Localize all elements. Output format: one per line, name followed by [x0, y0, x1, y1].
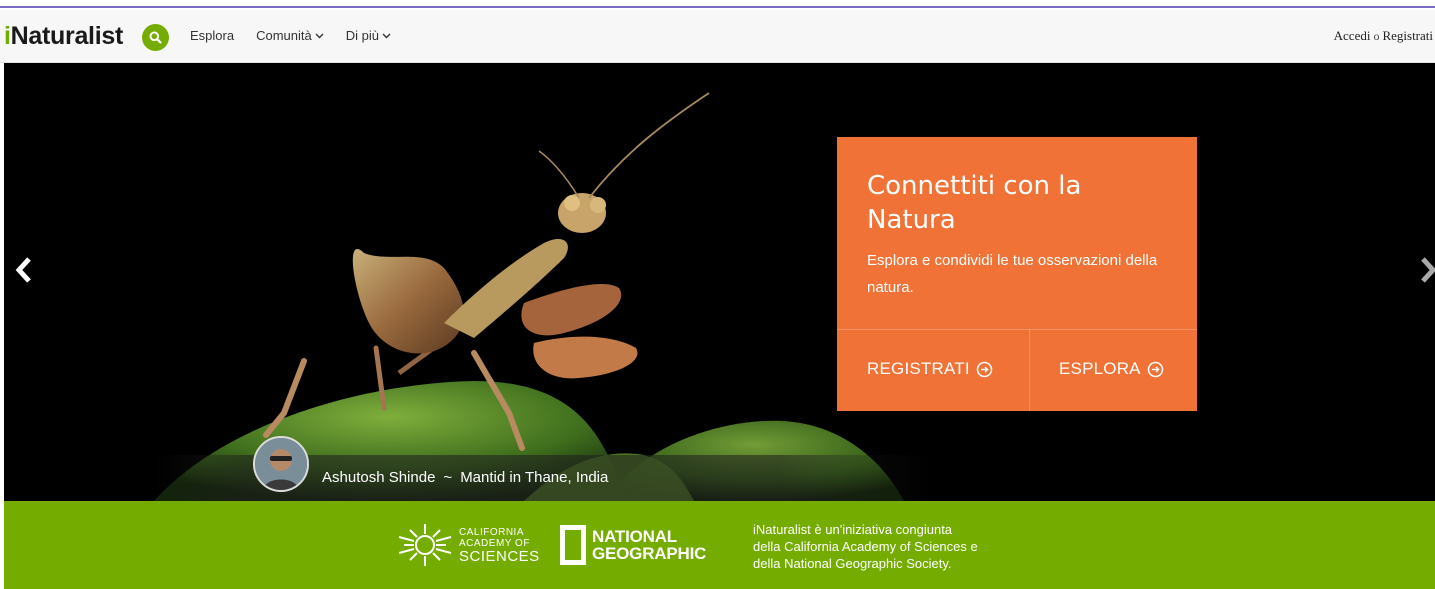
auth-separator: o	[1373, 29, 1380, 43]
photographer-name[interactable]: Ashutosh Shinde	[322, 469, 435, 486]
national-geographic-logo[interactable]: NATIONAL GEOGRAPHIC	[560, 525, 706, 565]
signup-link[interactable]: Registrati	[1382, 28, 1433, 43]
cas-line1: CALIFORNIA	[459, 526, 525, 538]
search-icon	[149, 31, 162, 44]
signup-cta-label: REGISTRATI	[867, 359, 970, 378]
login-link[interactable]: Accedi	[1334, 28, 1371, 43]
auth-links: Accedi o Registrati	[1334, 28, 1433, 44]
inaturalist-logo[interactable]: iNaturalist	[4, 22, 123, 51]
hero-carousel: Connettiti con la Natura Esplora e condi…	[4, 63, 1435, 501]
main-nav: Esplora Comunità Di più	[190, 28, 391, 43]
signup-cta-button[interactable]: REGISTRATI	[867, 359, 993, 379]
card-divider	[837, 329, 1197, 330]
logo-prefix: i	[4, 22, 11, 50]
carousel-prev-button[interactable]	[14, 255, 34, 289]
ng-wordmark: NATIONAL GEOGRAPHIC	[592, 528, 706, 562]
ng-line2: GEOGRAPHIC	[592, 544, 707, 563]
photo-credit: Ashutosh Shinde ~ Mantid in Thane, India	[322, 469, 608, 486]
avatar-image	[255, 438, 307, 490]
yellow-border-icon	[560, 525, 586, 565]
chevron-down-icon	[382, 33, 391, 39]
footer-text-line1: iNaturalist è un'iniziativa congiunta	[753, 522, 953, 537]
explore-cta-label: ESPLORA	[1059, 359, 1141, 378]
chevron-down-icon	[315, 33, 324, 39]
hero-photo	[4, 63, 1435, 501]
nav-comunita[interactable]: Comunità	[256, 28, 324, 43]
chevron-left-icon	[15, 257, 31, 283]
hero-subtitle: Esplora e condividi le tue osservazioni …	[867, 252, 1158, 296]
california-academy-logo[interactable]: CALIFORNIA ACADEMY OF SCIENCES	[397, 523, 540, 567]
photo-caption[interactable]: Mantid in Thane, India	[460, 469, 608, 486]
hero-card: Connettiti con la Natura Esplora e condi…	[837, 137, 1197, 411]
sunburst-icon	[398, 524, 452, 566]
logo-text: Naturalist	[10, 22, 124, 50]
card-vertical-divider	[1029, 329, 1030, 411]
photographer-avatar[interactable]	[253, 436, 309, 492]
nav-esplora[interactable]: Esplora	[190, 28, 234, 43]
hero-title: Connettiti con la Natura	[867, 171, 1082, 235]
footer-text-line3: della National Geographic Society.	[753, 556, 952, 571]
nav-di-piu-label: Di più	[345, 28, 379, 43]
arrow-circle-right-icon	[1147, 361, 1163, 377]
partners-footer: CALIFORNIA ACADEMY OF SCIENCES NATIONAL …	[4, 501, 1435, 589]
credit-separator: ~	[443, 469, 453, 486]
arrow-circle-right-icon	[976, 361, 992, 377]
cas-wordmark: CALIFORNIA ACADEMY OF SCIENCES	[459, 527, 540, 564]
nav-comunita-label: Comunità	[256, 28, 312, 43]
footer-text-line2: della California Academy of Sciences e	[753, 539, 978, 554]
cas-line2: ACADEMY OF	[459, 537, 530, 549]
browser-top-border	[0, 0, 1435, 8]
cas-line3: SCIENCES	[459, 547, 540, 565]
chevron-right-icon	[1421, 257, 1435, 283]
carousel-next-button[interactable]	[1419, 255, 1435, 289]
site-header: iNaturalist Esplora Comunità Di più Acce…	[0, 10, 1435, 63]
nav-di-piu[interactable]: Di più	[346, 28, 391, 43]
explore-cta-button[interactable]: ESPLORA	[1059, 359, 1164, 379]
ng-line1: NATIONAL	[592, 527, 677, 546]
nav-esplora-label: Esplora	[190, 28, 235, 43]
search-button[interactable]	[142, 24, 169, 51]
footer-description: iNaturalist è un'iniziativa congiunta de…	[753, 521, 1053, 572]
